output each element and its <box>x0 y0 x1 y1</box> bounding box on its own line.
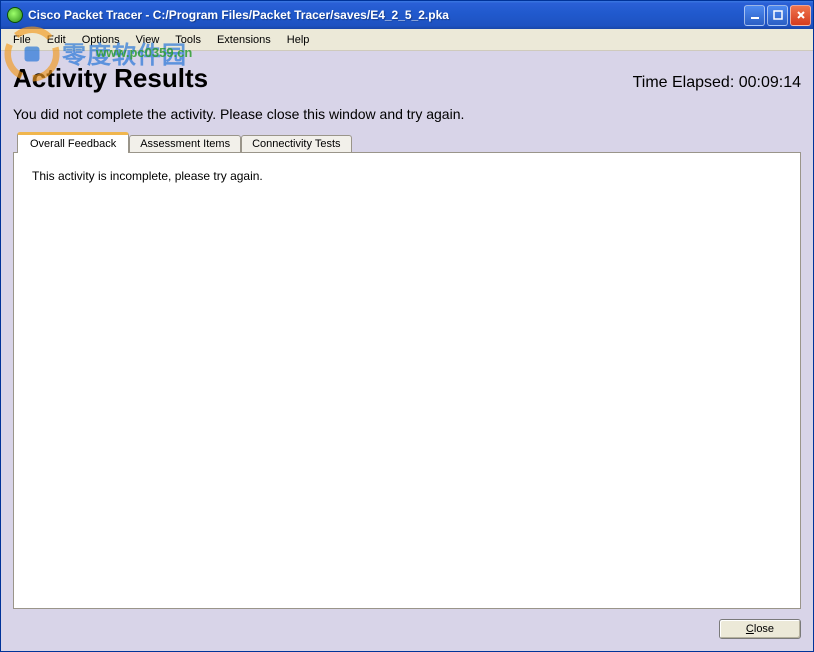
menu-options[interactable]: Options <box>74 31 128 49</box>
minimize-icon <box>750 10 760 20</box>
status-message: You did not complete the activity. Pleas… <box>13 106 801 122</box>
header-row: Activity Results Time Elapsed: 00:09:14 <box>13 63 801 94</box>
close-window-button[interactable] <box>790 5 811 26</box>
menu-view[interactable]: View <box>128 31 168 49</box>
tab-overall-feedback[interactable]: Overall Feedback <box>17 132 129 153</box>
close-button-mnemonic: C <box>746 623 754 635</box>
page-title: Activity Results <box>13 63 208 94</box>
menu-extensions[interactable]: Extensions <box>209 31 279 49</box>
tabstrip: Overall Feedback Assessment Items Connec… <box>13 132 801 152</box>
footer: Close <box>13 609 801 639</box>
app-icon <box>7 7 23 23</box>
menu-file[interactable]: File <box>5 31 39 49</box>
titlebar[interactable]: Cisco Packet Tracer - C:/Program Files/P… <box>1 1 813 29</box>
app-window: Cisco Packet Tracer - C:/Program Files/P… <box>0 0 814 652</box>
time-elapsed-label: Time Elapsed: <box>633 74 739 91</box>
maximize-button[interactable] <box>767 5 788 26</box>
time-elapsed-value: 00:09:14 <box>739 74 801 91</box>
client-area: Activity Results Time Elapsed: 00:09:14 … <box>1 51 813 651</box>
maximize-icon <box>773 10 783 20</box>
close-button[interactable]: Close <box>719 619 801 639</box>
minimize-button[interactable] <box>744 5 765 26</box>
close-button-rest: lose <box>754 623 774 635</box>
menu-edit[interactable]: Edit <box>39 31 74 49</box>
tab-panel-overall-feedback: This activity is incomplete, please try … <box>13 152 801 609</box>
menu-help[interactable]: Help <box>279 31 318 49</box>
menu-tools[interactable]: Tools <box>167 31 209 49</box>
time-elapsed: Time Elapsed: 00:09:14 <box>633 74 801 92</box>
tab-connectivity-tests[interactable]: Connectivity Tests <box>241 135 351 152</box>
tab-assessment-items[interactable]: Assessment Items <box>129 135 241 152</box>
window-title: Cisco Packet Tracer - C:/Program Files/P… <box>28 8 744 22</box>
window-buttons <box>744 5 811 26</box>
feedback-text: This activity is incomplete, please try … <box>32 169 782 183</box>
menubar: File Edit Options View Tools Extensions … <box>1 29 813 51</box>
close-icon <box>796 10 806 20</box>
